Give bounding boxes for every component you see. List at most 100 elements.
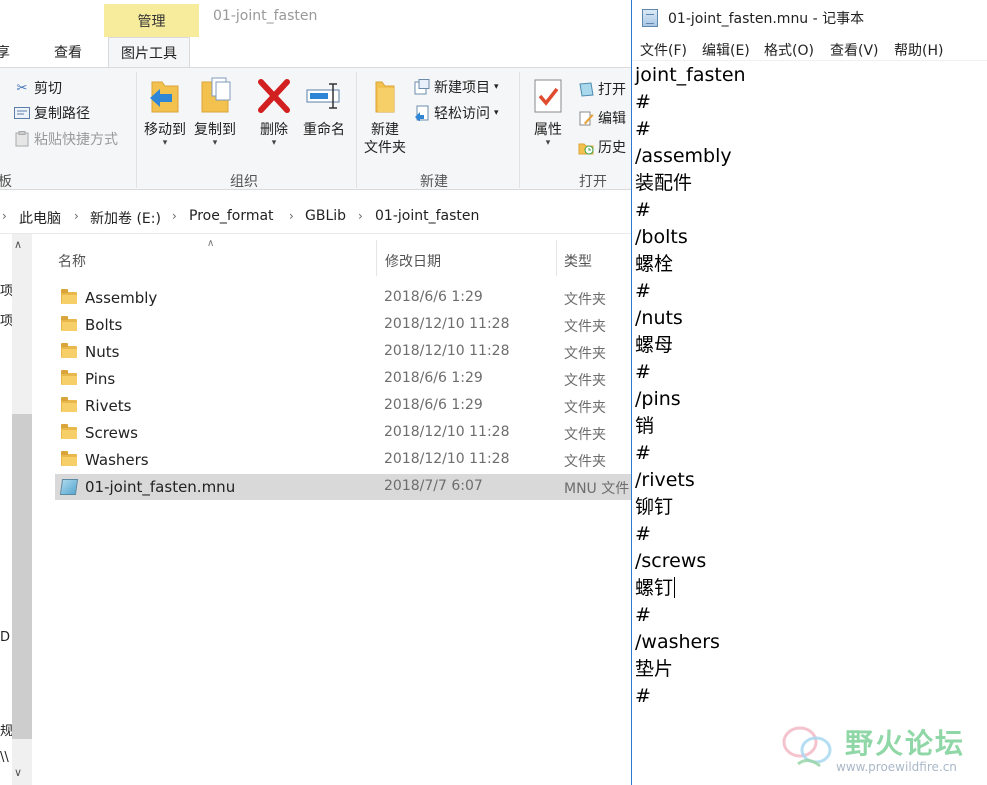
file-row[interactable]: Pins 2018/6/6 1:29 文件夹 <box>55 366 632 392</box>
properties-button[interactable]: 属性 ▾ <box>527 76 569 148</box>
notepad-line: /assembly <box>635 143 746 170</box>
chevron-down-icon: ▾ <box>494 108 499 118</box>
ribbon-divider <box>356 72 357 188</box>
breadcrumb-proe-format[interactable]: Proe_format <box>189 208 274 224</box>
ribbon-tabs: 享 查看 图片工具 <box>0 37 632 68</box>
column-header-type[interactable]: 类型 <box>564 251 592 271</box>
notepad-line: # <box>635 602 746 629</box>
watermark: 野火论坛 www.proewildfire.cn <box>778 720 978 780</box>
rename-button[interactable]: 重命名 <box>300 76 348 140</box>
menu-help[interactable]: 帮助(H) <box>894 40 943 60</box>
context-tab-manage[interactable]: 管理 <box>104 4 199 37</box>
notepad-text-area[interactable]: joint_fasten # # /assembly 装配件 # /bolts 螺栓 # /nut… <box>632 62 987 785</box>
file-row[interactable]: Bolts 2018/12/10 11:28 文件夹 <box>55 312 632 338</box>
notepad-line: # <box>635 359 746 386</box>
menu-edit[interactable]: 编辑(E) <box>702 40 750 60</box>
copy-path-button[interactable]: 复制路径 <box>14 102 90 124</box>
notepad-line: 螺钉 <box>635 575 746 602</box>
rename-icon <box>305 76 343 116</box>
scroll-up-icon[interactable]: ∧ <box>14 238 22 251</box>
breadcrumb-separator-icon: › <box>2 209 7 223</box>
breadcrumb-volume-e[interactable]: 新加卷 (E:) <box>90 208 161 228</box>
scissors-icon: ✂ <box>16 80 28 96</box>
copy-to-icon <box>196 76 234 116</box>
breadcrumb-current-folder[interactable]: 01-joint_fasten <box>375 208 479 224</box>
notepad-title: 01-joint_fasten.mnu - 记事本 <box>668 11 865 27</box>
file-type: 文件夹 <box>564 346 606 362</box>
file-type: 文件夹 <box>564 400 606 416</box>
file-row[interactable]: Washers 2018/12/10 11:28 文件夹 <box>55 447 632 473</box>
notepad-line: /pins <box>635 386 746 413</box>
breadcrumb-separator-icon: › <box>289 209 294 223</box>
notepad-line: # <box>635 197 746 224</box>
file-row[interactable]: Nuts 2018/12/10 11:28 文件夹 <box>55 339 632 365</box>
open-label: 打开 <box>598 82 626 98</box>
edit-button[interactable]: 编辑 <box>578 107 626 129</box>
breadcrumb-this-pc[interactable]: 此电脑 <box>19 208 61 228</box>
file-row[interactable]: Screws 2018/12/10 11:28 文件夹 <box>55 420 632 446</box>
breadcrumb-gblib[interactable]: GBLib <box>305 208 346 224</box>
history-icon <box>578 139 594 155</box>
cut-button[interactable]: ✂ 剪切 <box>14 77 62 99</box>
ribbon-divider <box>519 72 520 188</box>
column-header-name[interactable]: 名称 <box>58 251 86 271</box>
notepad-title-bar[interactable]: 01-joint_fasten.mnu - 记事本 <box>632 0 987 35</box>
menu-view[interactable]: 查看(V) <box>830 40 879 60</box>
notepad-window: 01-joint_fasten.mnu - 记事本 文件(F) 编辑(E) 格式… <box>631 0 987 785</box>
file-type: 文件夹 <box>564 319 606 335</box>
notepad-line-text: # <box>635 523 651 545</box>
notepad-line: # <box>635 440 746 467</box>
notepad-line-text: # <box>635 442 651 464</box>
new-item-button[interactable]: 新建项目 ▾ <box>414 76 499 98</box>
menu-file[interactable]: 文件(F) <box>640 40 687 60</box>
move-to-button[interactable]: 移动到 ▾ <box>142 76 188 148</box>
column-header-date[interactable]: 修改日期 <box>385 251 441 271</box>
notepad-line-text: 螺母 <box>635 334 674 356</box>
notepad-line: # <box>635 89 746 116</box>
file-row-selected[interactable]: 01-joint_fasten.mnu 2018/7/7 6:07 MNU 文件 <box>55 474 632 500</box>
rename-label: 重命名 <box>303 122 345 138</box>
easy-access-button[interactable]: 轻松访问 ▾ <box>414 102 499 124</box>
paste-shortcut-button[interactable]: 粘贴快捷方式 <box>14 128 118 150</box>
file-type: 文件夹 <box>564 292 606 308</box>
tab-view[interactable]: 查看 <box>54 42 82 62</box>
scroll-down-icon[interactable]: ∨ <box>14 766 22 779</box>
file-name: 01-joint_fasten.mnu <box>85 478 236 496</box>
history-label: 历史 <box>598 140 626 156</box>
notepad-line-text: 销 <box>635 415 655 437</box>
file-date: 2018/12/10 11:28 <box>384 343 510 359</box>
file-date: 2018/6/6 1:29 <box>384 397 483 413</box>
notepad-line: # <box>635 521 746 548</box>
copy-to-button[interactable]: 复制到 ▾ <box>192 76 238 148</box>
chevron-down-icon: ▾ <box>494 82 499 92</box>
address-bar[interactable]: › 此电脑 › 新加卷 (E:) › Proe_format › GBLib ›… <box>0 200 632 234</box>
column-divider[interactable] <box>376 240 377 276</box>
delete-button[interactable]: 删除 ▾ <box>254 76 294 148</box>
file-name: Rivets <box>85 397 132 415</box>
history-button[interactable]: 历史 <box>578 136 626 158</box>
notepad-icon <box>642 9 658 27</box>
folder-icon <box>61 343 77 358</box>
notepad-line-text: /assembly <box>635 145 732 167</box>
folder-icon <box>61 397 77 412</box>
delete-label: 删除 <box>260 122 288 138</box>
new-folder-button[interactable]: 新建 文件夹 <box>362 76 408 158</box>
column-divider[interactable] <box>556 240 557 276</box>
notepad-line: 垫片 <box>635 656 746 683</box>
notepad-line-text: /bolts <box>635 226 688 248</box>
tab-share[interactable]: 享 <box>0 42 10 62</box>
open-file-icon <box>578 81 594 97</box>
open-button[interactable]: 打开 <box>578 78 626 100</box>
menu-format[interactable]: 格式(O) <box>764 40 814 60</box>
notepad-line-text: joint_fasten <box>635 64 746 86</box>
notepad-line: 铆钉 <box>635 494 746 521</box>
nav-item-fragment[interactable]: \\ <box>0 750 9 765</box>
file-row[interactable]: Assembly 2018/6/6 1:29 文件夹 <box>55 285 632 311</box>
tab-picture-tools[interactable]: 图片工具 <box>108 37 190 68</box>
file-row[interactable]: Rivets 2018/6/6 1:29 文件夹 <box>55 393 632 419</box>
nav-scrollbar-thumb[interactable] <box>12 414 32 739</box>
copy-path-icon <box>14 105 30 121</box>
pencil-icon <box>578 110 594 126</box>
text-caret <box>674 577 676 598</box>
notepad-line-text: 装配件 <box>635 172 693 194</box>
